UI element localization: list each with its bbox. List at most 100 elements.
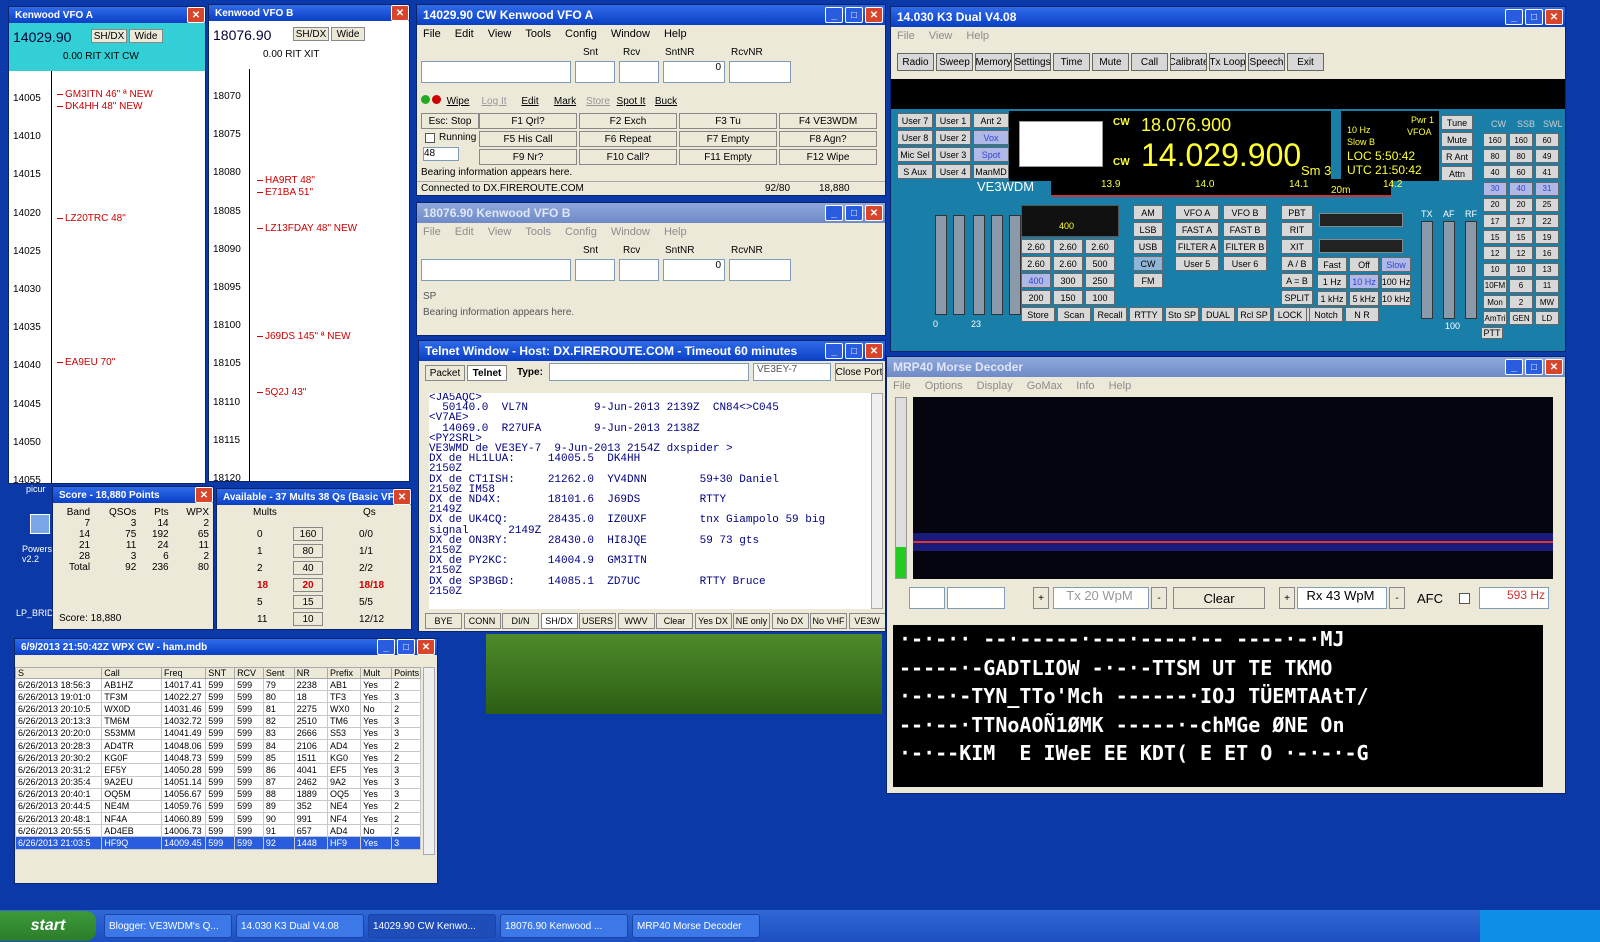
close-icon[interactable]: ✕ [417,639,435,655]
band-button[interactable]: 41 [1535,165,1559,180]
avail-band-button[interactable]: 160 [293,527,323,541]
band-button[interactable]: 49 [1535,149,1559,164]
function-key-button[interactable]: F4 VE3WDM [779,113,877,129]
esc-stop-button[interactable]: Esc: Stop [421,113,479,129]
log-column-header[interactable]: NR [293,667,328,679]
function-key-button[interactable]: F9 Nr? [479,149,577,165]
band-button[interactable]: 17 [1509,214,1533,228]
gain-slider[interactable] [991,215,1003,315]
k3-user-button[interactable]: User 3 [935,147,971,162]
menu-item[interactable]: File [893,380,911,392]
snt-input[interactable] [575,259,615,281]
taskbar-item[interactable]: Blogger: VE3WDM's Q... [104,914,232,938]
shdx-button[interactable]: SH/DX [293,27,329,41]
band-button[interactable]: 40 [1509,181,1533,196]
close-icon[interactable]: ✕ [1545,359,1563,375]
band-button[interactable]: 15 [1509,230,1533,245]
function-key-button[interactable]: F2 Exch [579,113,677,129]
gain-slider[interactable] [935,215,947,315]
band-button[interactable]: 160 [1509,133,1533,147]
taskbar-item[interactable]: 14029.90 CW Kenwo... [368,914,496,938]
k3-user-button[interactable]: User 1 [935,113,971,128]
menu-item[interactable]: File [423,28,441,40]
running-checkbox[interactable] [425,133,435,143]
menu-item[interactable]: Config [565,28,597,40]
bandwidth-button[interactable]: 500 [1085,256,1115,271]
function-key-button[interactable]: F3 Tu [679,113,777,129]
table-row[interactable]: 6/26/2013 20:55:5 AD4EB 14006.73 599 599 91 65… [15,824,421,838]
table-row[interactable]: 6/26/2013 21:03:5 HF9Q 14009.45 599 599 92 144… [15,836,421,850]
menu-item[interactable]: View [488,226,512,238]
band-map[interactable]: 18070 18075 18080 18085 18090 18095 18100 18105… [209,69,409,481]
band-button[interactable]: Mon [1483,295,1507,309]
k3-bottom-button[interactable]: Store [1021,307,1055,322]
avail-band-button[interactable]: 80 [293,544,323,558]
k3-menu-button[interactable]: Speech [1248,53,1285,71]
ptt-button[interactable]: PTT [1481,327,1503,339]
tab-packet[interactable]: Packet [425,365,465,381]
spot-label[interactable]: J69DS 145" ª NEW [257,331,351,342]
tool-button[interactable]: Store [583,93,613,109]
bandwidth-button[interactable]: 2.60 [1053,239,1083,254]
rx-minus-button[interactable]: - [1389,587,1405,609]
tool-button[interactable]: Log It [477,93,511,109]
taskbar-item[interactable]: 14.030 K3 Dual V4.08 [236,914,364,938]
spot-label[interactable]: 5Q2J 43" [257,387,306,398]
close-icon[interactable]: ✕ [195,487,213,503]
k3-user-button[interactable]: User 7 [897,113,933,128]
function-key-button[interactable]: F5 His Call [479,131,577,147]
telnet-command-button[interactable]: No VHF [810,613,847,629]
spot-label[interactable]: DK4HH 48" NEW [57,101,142,112]
telnet-command-button[interactable]: WWV [617,613,655,629]
band-button[interactable]: 19 [1535,230,1559,245]
taskbar-item[interactable]: MRP40 Morse Decoder [632,914,760,938]
menu-item[interactable]: Config [565,226,597,238]
band-button[interactable]: 80 [1483,149,1507,164]
maximize-icon[interactable]: □ [845,7,863,23]
type-input[interactable] [549,363,749,381]
vfo-button[interactable]: User 5 [1175,256,1219,271]
control-button[interactable]: SPLIT [1281,290,1313,305]
k3-user-button[interactable]: Mic Sel [897,147,933,162]
agc-button[interactable]: Off [1349,257,1379,272]
control-button[interactable]: A = B [1281,273,1313,288]
minimize-icon[interactable]: _ [825,205,843,221]
telnet-command-button[interactable]: Clear [656,613,693,629]
band-button[interactable]: 10 [1483,262,1507,277]
tx-plus-button[interactable]: - [1151,587,1167,609]
log-column-header[interactable]: SNT [205,667,236,679]
maximize-icon[interactable]: □ [1525,9,1543,25]
k3-menu-button[interactable]: Mute [1092,53,1129,71]
sntnr-input[interactable]: 0 [663,259,725,281]
level-slider[interactable] [1421,221,1433,319]
band-button[interactable]: 160 [1483,133,1507,147]
k3-bottom-button[interactable]: RTTY [1129,307,1163,322]
vfo-button[interactable]: VFO B [1223,205,1267,220]
band-button[interactable]: MW [1535,295,1559,309]
table-row[interactable]: 6/26/2013 20:48:1 NF4A 14060.89 599 599 90 991… [15,812,421,826]
close-icon[interactable]: ✕ [391,5,409,21]
k3-side-button[interactable]: Tune [1441,115,1473,130]
vfo-button[interactable]: FAST B [1223,222,1267,237]
k3-user-button[interactable]: Ant 2 [973,113,1009,128]
menu-item[interactable]: Help [664,226,687,238]
level-slider[interactable] [1465,221,1477,319]
band-button[interactable]: 2 [1509,295,1533,309]
k3-user-button[interactable]: User 4 [935,164,971,179]
log-column-header[interactable]: Points [391,667,421,679]
wide-button[interactable]: Wide [129,29,163,43]
band-button[interactable]: 60 [1509,165,1533,180]
waterfall[interactable] [913,397,1553,579]
telnet-command-button[interactable]: NE only [733,613,770,629]
rx-wpm[interactable]: Rx 43 WpM [1297,587,1387,609]
bandwidth-button[interactable]: 400 [1021,273,1051,288]
menu-item[interactable]: View [488,28,512,40]
k3-bottom-button[interactable]: Notch [1309,307,1343,322]
tx-minus-button[interactable]: + [1033,587,1049,609]
band-button[interactable]: 17 [1483,214,1507,228]
log-column-header[interactable]: Sent [262,667,295,679]
filter-slider-b[interactable] [1319,239,1403,253]
shdx-button[interactable]: SH/DX [91,29,127,43]
rcvnr-input[interactable] [729,61,791,83]
avail-band-button[interactable]: 10 [293,612,323,626]
